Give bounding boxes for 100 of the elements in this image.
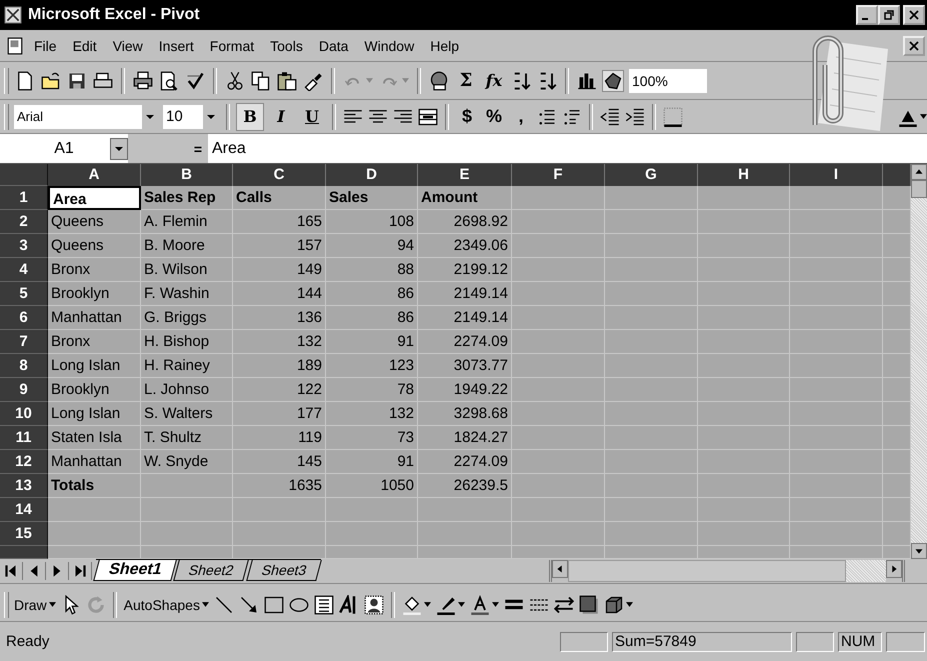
column-header[interactable]: A	[48, 164, 141, 186]
increase-indent-icon[interactable]	[625, 106, 645, 126]
number-format-button[interactable]: %	[483, 106, 505, 127]
new-document-icon[interactable]	[15, 70, 35, 90]
font-color-icon[interactable]	[470, 594, 490, 614]
close-button[interactable]	[903, 5, 925, 25]
menu-item[interactable]: Window	[358, 36, 420, 56]
dropdown-arrow-icon[interactable]	[492, 602, 499, 607]
row-header[interactable]: 12	[0, 450, 48, 474]
minimize-button[interactable]	[856, 5, 878, 25]
dropdown-arrow-icon[interactable]	[626, 602, 633, 607]
row-header[interactable]: 10	[0, 402, 48, 426]
menu-item[interactable]: Format	[204, 36, 260, 56]
row-header[interactable]: 14	[0, 498, 48, 522]
dropdown-arrow-icon[interactable]	[458, 602, 465, 607]
dropdown-arrow-icon[interactable]	[920, 114, 927, 119]
scroll-thumb[interactable]	[568, 560, 846, 582]
row-header[interactable]: 9	[0, 378, 48, 402]
row-header[interactable]: 1	[0, 186, 48, 210]
sheet-tab[interactable]: Sheet1	[93, 560, 178, 581]
menu-item[interactable]: File	[28, 36, 63, 56]
column-header[interactable]: G	[605, 164, 698, 186]
autoshapes-menu-button[interactable]: AutoShapes	[124, 596, 200, 612]
workbook-icon[interactable]	[6, 36, 24, 54]
row-header[interactable]: 8	[0, 354, 48, 378]
function-button[interactable]: fx	[483, 71, 505, 90]
sheet-tab[interactable]: Sheet2	[174, 560, 250, 581]
row-header[interactable]: 13	[0, 474, 48, 498]
scroll-thumb[interactable]	[911, 180, 927, 198]
menu-item[interactable]: View	[106, 36, 149, 56]
copy-icon[interactable]	[251, 70, 271, 90]
borders-icon[interactable]	[663, 106, 683, 126]
decrease-indent-icon[interactable]	[600, 106, 620, 126]
scroll-down-icon[interactable]	[911, 543, 927, 559]
column-header[interactable]: H	[698, 164, 790, 186]
text-style-button[interactable]: I	[268, 104, 294, 130]
shadow-icon[interactable]	[578, 594, 599, 614]
row-header[interactable]: 6	[0, 306, 48, 330]
pen-icon[interactable]	[436, 594, 456, 614]
scroll-right-icon[interactable]	[886, 560, 902, 578]
cube-icon[interactable]	[604, 594, 624, 614]
restore-button[interactable]	[878, 5, 900, 25]
menu-item[interactable]: Edit	[66, 36, 103, 56]
scissors-icon[interactable]	[225, 70, 245, 90]
horizontal-scrollbar[interactable]	[549, 560, 902, 582]
row-header[interactable]: 3	[0, 234, 48, 258]
table-cell: Queens	[48, 210, 141, 234]
menu-item[interactable]: Insert	[152, 36, 200, 56]
clip-art-icon[interactable]	[364, 594, 384, 614]
column-header[interactable]: B	[141, 164, 233, 186]
column-header[interactable]: E	[418, 164, 512, 186]
menu-item[interactable]: Help	[424, 36, 465, 56]
row-header[interactable]: 11	[0, 426, 48, 450]
open-folder-icon[interactable]	[41, 70, 61, 90]
draw-menu-button[interactable]: Draw	[14, 596, 47, 612]
dropdown-arrow-icon[interactable]	[48, 602, 56, 607]
table-cell: 2149.14	[418, 282, 512, 306]
formula-equals-sign: =	[192, 140, 203, 159]
print-preview-icon[interactable]	[159, 70, 179, 90]
paintbrush-icon[interactable]	[303, 70, 323, 90]
dropdown-arrow-icon[interactable]	[424, 602, 431, 607]
column-header[interactable]: D	[326, 164, 418, 186]
scroll-left-icon[interactable]	[552, 560, 568, 578]
font-size-dropdown[interactable]: 10	[163, 104, 203, 128]
restore-icon	[884, 10, 894, 20]
number-format-button[interactable]: $	[456, 106, 478, 127]
text-style-button[interactable]: B	[237, 104, 263, 130]
column-header[interactable]: F	[512, 164, 605, 186]
printer-icon[interactable]	[133, 70, 153, 90]
bar-chart-icon[interactable]	[577, 70, 597, 90]
clipboard-icon[interactable]	[277, 70, 297, 90]
menu-item[interactable]: Data	[312, 36, 354, 56]
merge-center-icon[interactable]	[418, 106, 438, 126]
line-icon[interactable]	[214, 594, 234, 614]
row-header[interactable]: 2	[0, 210, 48, 234]
number-format-button[interactable]: ,	[510, 106, 532, 127]
row-header[interactable]: 4	[0, 258, 48, 282]
fill-bucket-icon[interactable]	[402, 594, 422, 614]
formula-field[interactable]: Area	[208, 134, 927, 163]
select-all-button[interactable]	[0, 164, 48, 186]
column-header[interactable]: I	[790, 164, 883, 186]
dropdown-arrow-icon[interactable]	[202, 602, 209, 607]
autosum-button[interactable]: Σ	[455, 70, 477, 91]
column-header[interactable]: C	[233, 164, 326, 186]
font-dropdown[interactable]: Arial	[14, 104, 142, 128]
spell-check-icon[interactable]	[185, 70, 205, 90]
row-header[interactable]: 7	[0, 330, 48, 354]
row-header[interactable]: 5	[0, 282, 48, 306]
arrow-style-icon[interactable]	[554, 594, 574, 614]
row-header[interactable]: 15	[0, 522, 48, 546]
zoom-field[interactable]: 100%	[629, 68, 707, 92]
printer-icon[interactable]	[93, 70, 113, 90]
menu-item[interactable]: Tools	[264, 36, 309, 56]
scroll-up-icon[interactable]	[911, 164, 927, 180]
sheet-tab[interactable]: Sheet3	[246, 560, 322, 581]
rectangle-icon[interactable]	[264, 594, 284, 614]
close-button[interactable]	[903, 36, 925, 56]
text-style-button[interactable]: U	[299, 104, 325, 130]
text-box-icon[interactable]	[314, 594, 334, 614]
arrow-icon[interactable]	[238, 594, 259, 614]
